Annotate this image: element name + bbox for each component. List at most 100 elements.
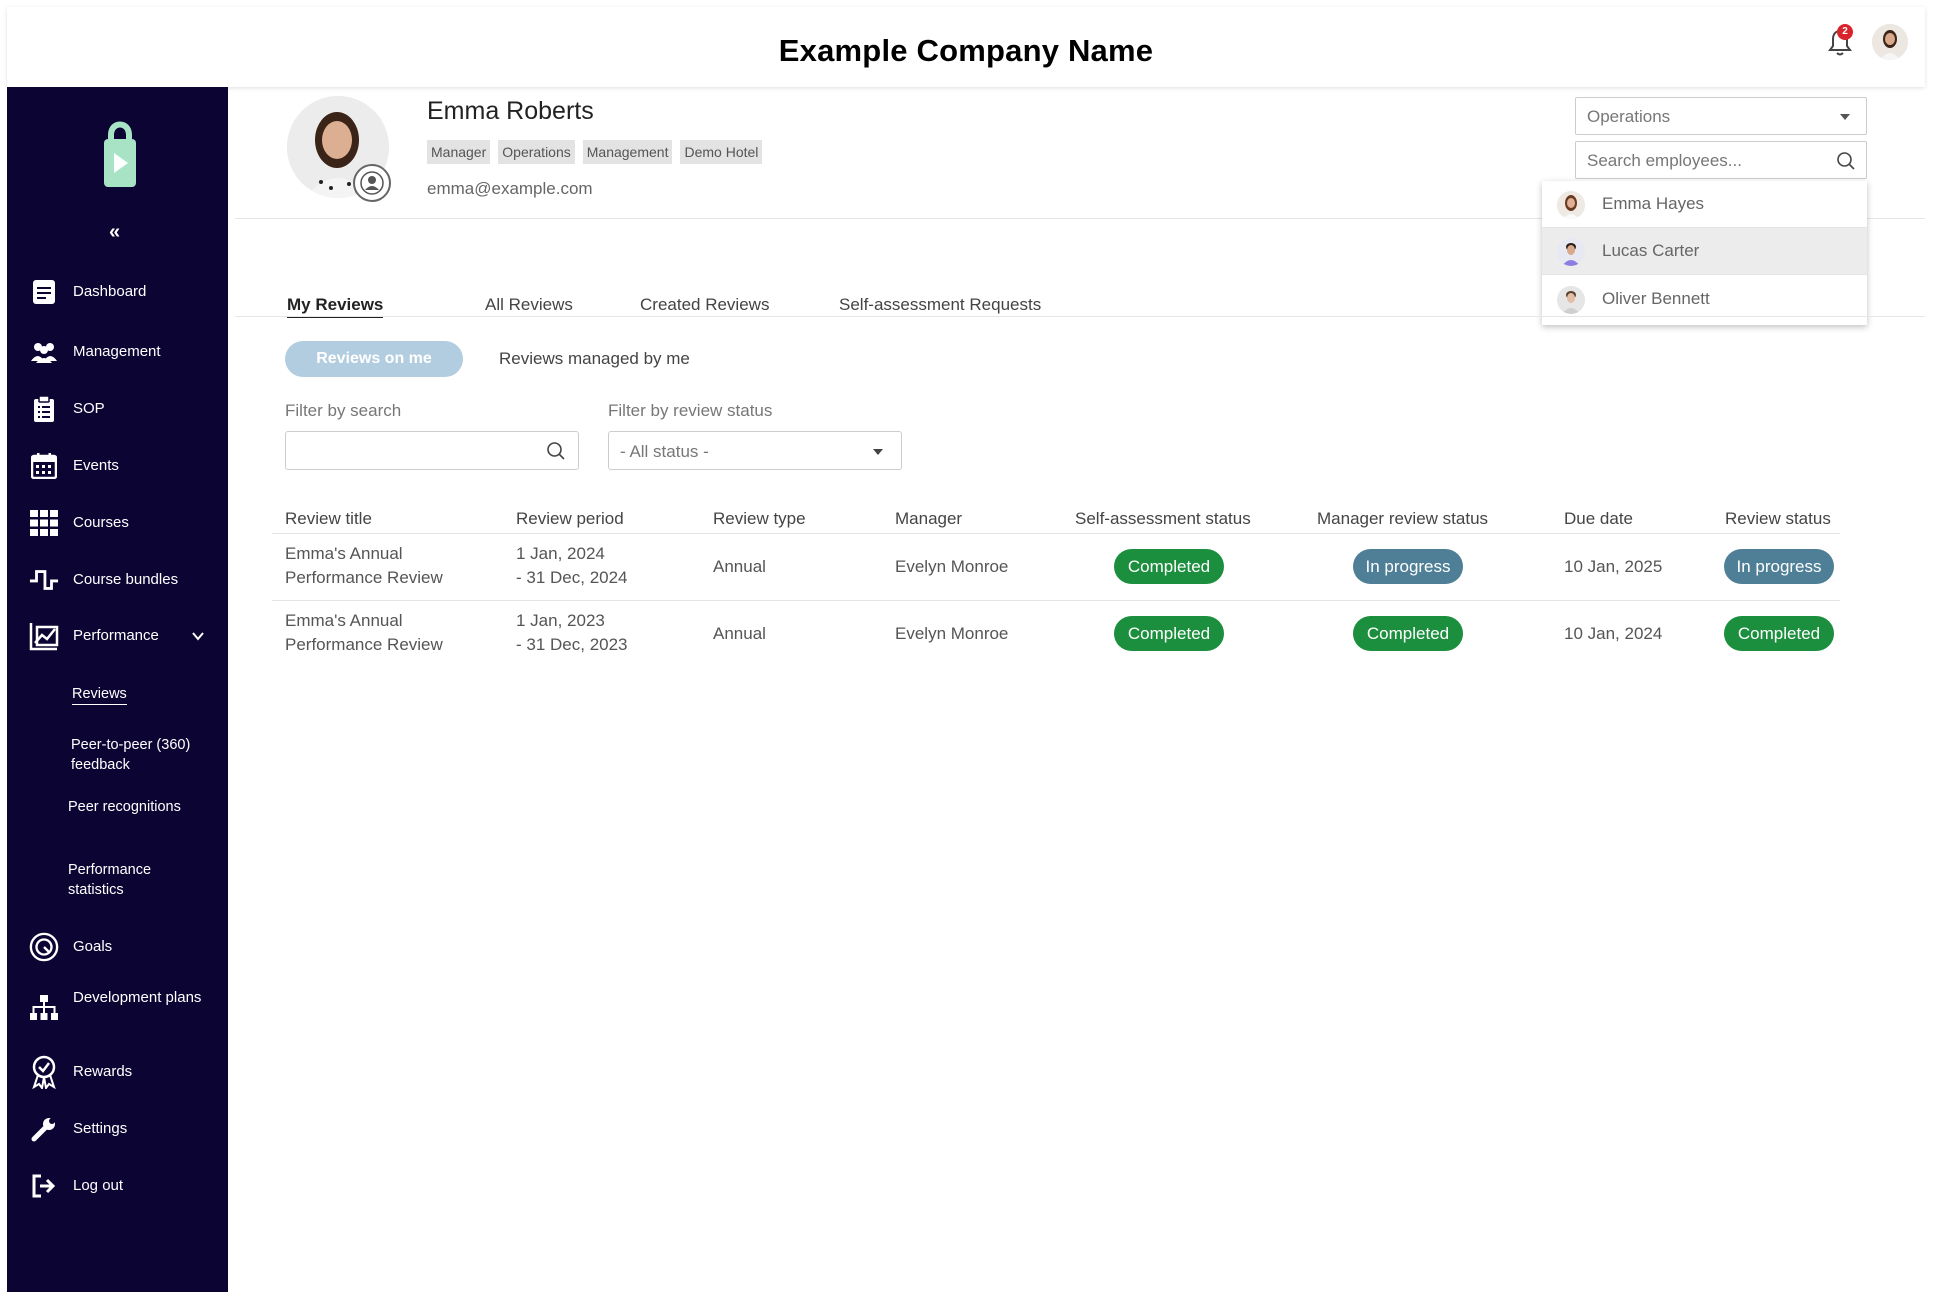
- column-header: Review title: [285, 509, 372, 528]
- sidebar-item-label: Courses: [73, 514, 129, 531]
- review-title[interactable]: Emma's Annual Performance Review: [285, 609, 443, 657]
- sidebar-subitem-reviews[interactable]: Reviews: [72, 684, 127, 705]
- employee-search-input[interactable]: Search employees...: [1575, 141, 1867, 179]
- sidebar-item-label: Events: [73, 457, 119, 474]
- due-date: 10 Jan, 2025: [1564, 557, 1663, 576]
- column-header: Self-assessment status: [1075, 509, 1251, 528]
- review-type: Annual: [713, 557, 766, 576]
- review-period-line: 1 Jan, 2023: [516, 611, 605, 630]
- divider: [272, 533, 1840, 534]
- sidebar-subitem-peer-feedback[interactable]: Peer-to-peer (360) feedback: [71, 735, 221, 775]
- filter-status-value: - All status -: [620, 442, 709, 461]
- profile-tag: Demo Hotel: [680, 140, 763, 164]
- collapse-sidebar-button[interactable]: «: [109, 221, 120, 244]
- sidebar-item-label: Management: [73, 343, 161, 360]
- manager-name: Evelyn Monroe: [895, 557, 1009, 576]
- sidebar-subitem-peer-recognitions[interactable]: Peer recognitions: [68, 797, 181, 817]
- divider: [235, 316, 1925, 317]
- review-period: 1 Jan, 2024 - 31 Dec, 2024: [516, 542, 628, 590]
- sidebar-item-rewards[interactable]: Rewards: [7, 1054, 228, 1090]
- sidebar-item-events[interactable]: Events: [7, 451, 228, 481]
- review-status-badge: In progress: [1724, 549, 1834, 584]
- review-title-line: Emma's Annual: [285, 611, 403, 630]
- dashboard-icon: [29, 277, 59, 307]
- user-avatar[interactable]: [1872, 24, 1908, 60]
- target-icon: [29, 932, 59, 962]
- column-header: Due date: [1564, 509, 1633, 528]
- review-type: Annual: [713, 624, 766, 643]
- top-bar: Example Company Name: [7, 7, 1925, 87]
- sidebar-item-development-plans[interactable]: Development plans: [7, 987, 228, 1029]
- caret-down-icon: [1840, 114, 1850, 120]
- due-date: 10 Jan, 2024: [1564, 624, 1663, 643]
- search-icon[interactable]: [1836, 151, 1856, 171]
- employee-result-item[interactable]: Lucas Carter: [1542, 228, 1867, 275]
- sidebar-item-label: Course bundles: [73, 571, 179, 588]
- employee-avatar: [1557, 238, 1585, 266]
- sidebar-item-courses[interactable]: Courses: [7, 508, 228, 538]
- sidebar-item-label: SOP: [73, 400, 105, 417]
- employee-search-placeholder: Search employees...: [1587, 151, 1742, 170]
- profile-tags: Manager Operations Management Demo Hotel: [427, 140, 763, 164]
- award-icon: [29, 1055, 59, 1089]
- review-period-line: - 31 Dec, 2024: [516, 568, 628, 587]
- sidebar-item-goals[interactable]: Goals: [7, 931, 228, 963]
- review-period-line: - 31 Dec, 2023: [516, 635, 628, 654]
- tab-self-assessment-requests[interactable]: Self-assessment Requests: [839, 295, 1041, 315]
- manager-review-status-badge: Completed: [1353, 616, 1463, 651]
- sidebar-item-dashboard[interactable]: Dashboard: [7, 277, 228, 307]
- sidebar-item-management[interactable]: Management: [7, 337, 228, 367]
- caret-down-icon: [873, 449, 883, 455]
- employee-result-item[interactable]: Emma Hayes: [1542, 181, 1867, 228]
- change-avatar-icon[interactable]: [353, 164, 391, 202]
- clipboard-icon: [29, 394, 59, 424]
- employee-avatar: [1557, 191, 1585, 219]
- sidebar-item-sop[interactable]: SOP: [7, 394, 228, 424]
- divider: [272, 600, 1840, 601]
- sidebar-item-label: Performance: [73, 627, 159, 644]
- profile-email: emma@example.com: [427, 179, 593, 198]
- column-header: Manager review status: [1317, 509, 1489, 528]
- self-assessment-status-badge: Completed: [1114, 549, 1224, 584]
- sidebar-subitem-performance-statistics[interactable]: Performance statistics: [68, 860, 188, 900]
- logo-icon: [104, 121, 136, 187]
- review-period: 1 Jan, 2023 - 31 Dec, 2023: [516, 609, 628, 657]
- sidebar-item-settings[interactable]: Settings: [7, 1114, 228, 1144]
- review-period-line: 1 Jan, 2024: [516, 544, 605, 563]
- grid-icon: [29, 508, 59, 538]
- sidebar-item-label: Rewards: [73, 1063, 133, 1080]
- review-title-line: Performance Review: [285, 635, 443, 654]
- self-assessment-status-badge: Completed: [1114, 616, 1224, 651]
- department-select-value: Operations: [1587, 107, 1671, 126]
- reviews-managed-by-me-button[interactable]: Reviews managed by me: [499, 349, 690, 369]
- bundle-icon: [29, 565, 59, 595]
- review-title-line: Performance Review: [285, 568, 443, 587]
- review-title[interactable]: Emma's Annual Performance Review: [285, 542, 443, 590]
- employee-result-name: Emma Hayes: [1602, 194, 1705, 213]
- sidebar-item-label: Goals: [73, 938, 113, 955]
- chart-icon: [29, 621, 59, 651]
- sidebar: « Dashboard Management SOP Events Course…: [7, 87, 228, 1292]
- tab-my-reviews[interactable]: My Reviews: [287, 295, 384, 318]
- sidebar-item-course-bundles[interactable]: Course bundles: [7, 565, 228, 595]
- sidebar-item-performance[interactable]: Performance: [7, 620, 228, 652]
- employee-result-name: Oliver Bennett: [1602, 289, 1710, 308]
- employee-search-results: Emma Hayes Lucas Carter Oliver Bennett: [1542, 181, 1867, 325]
- filter-status-select[interactable]: - All status -: [608, 431, 902, 470]
- sidebar-item-log-out[interactable]: Log out: [7, 1171, 228, 1201]
- chevron-down-icon[interactable]: [192, 630, 204, 642]
- profile-tag: Management: [582, 140, 673, 164]
- tab-all-reviews[interactable]: All Reviews: [485, 295, 573, 315]
- search-icon: [547, 442, 565, 460]
- review-status-badge: Completed: [1724, 616, 1834, 651]
- notification-count-badge: 2: [1837, 24, 1853, 40]
- tab-created-reviews[interactable]: Created Reviews: [640, 295, 769, 315]
- filter-search-label: Filter by search: [285, 401, 402, 420]
- department-select[interactable]: Operations: [1575, 97, 1867, 135]
- profile-name: Emma Roberts: [427, 97, 594, 125]
- filter-search-input[interactable]: [285, 431, 579, 470]
- employee-result-name: Lucas Carter: [1602, 241, 1700, 260]
- review-title-line: Emma's Annual: [285, 544, 403, 563]
- calendar-icon: [29, 451, 59, 481]
- reviews-on-me-button[interactable]: Reviews on me: [285, 341, 463, 377]
